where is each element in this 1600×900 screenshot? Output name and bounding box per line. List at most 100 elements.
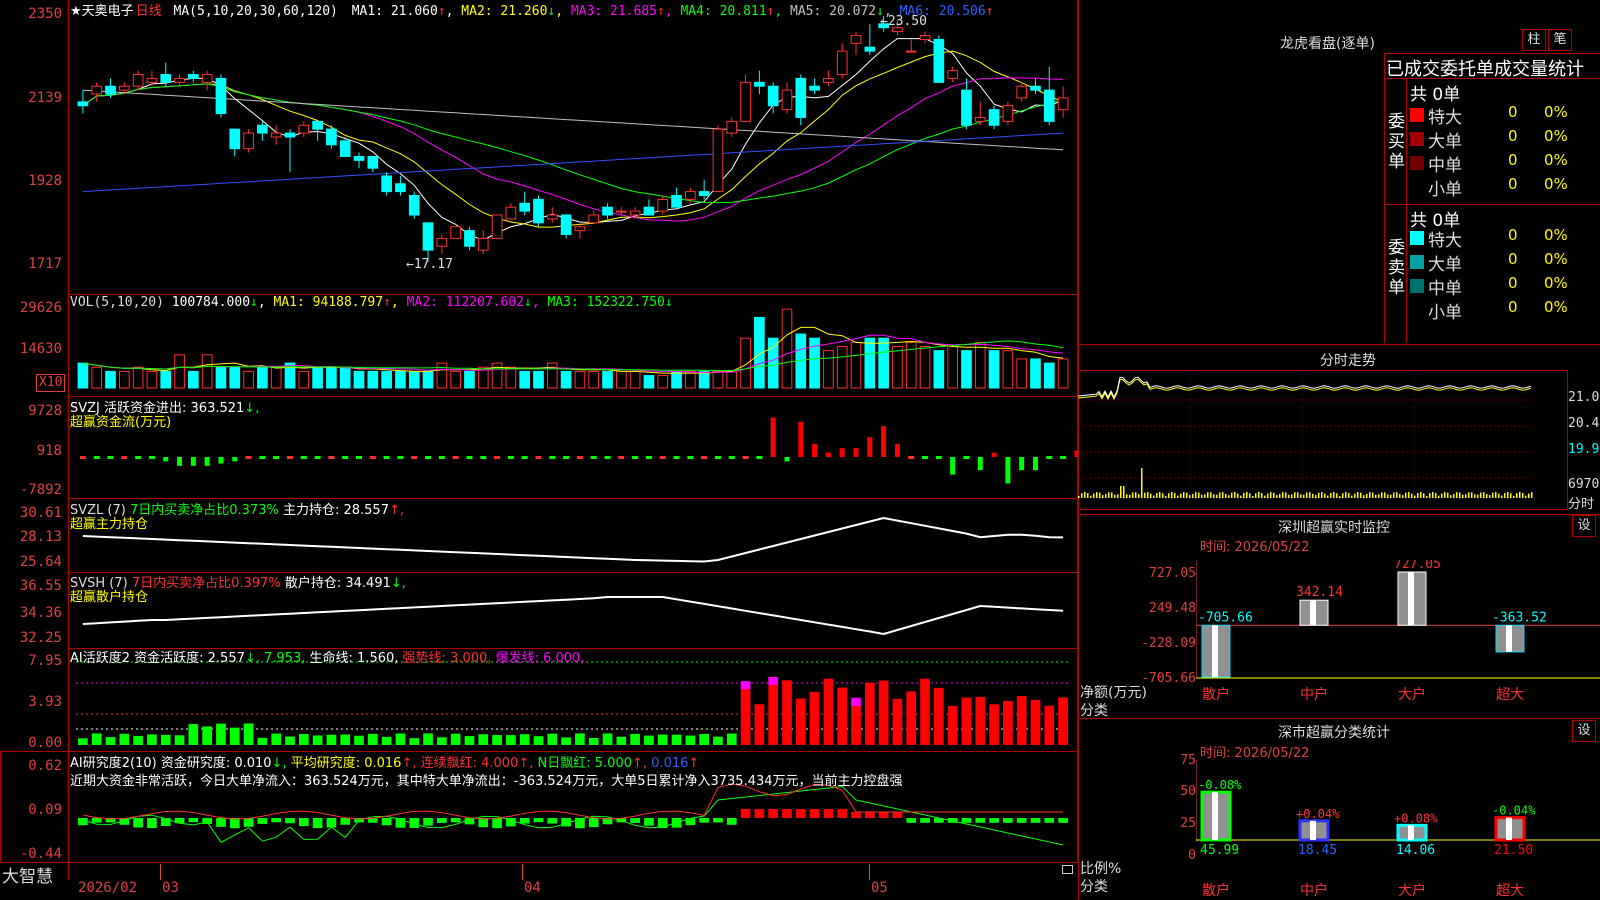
classify-chart: -0.08% 45.99 +0.04% 18.45 +0.08% 14.06 -0.04% 2… — [1196, 760, 1600, 858]
fenshi-volume-bar — [1321, 492, 1323, 498]
vol-value-arrow: ↓ — [250, 295, 258, 310]
svzj-dot — [714, 456, 721, 459]
fenshi-volume-bar — [1255, 493, 1257, 498]
sell-row: 大单 0 0% — [1408, 250, 1600, 275]
ai1-bar — [409, 738, 420, 745]
high-price-value: 23.50 — [887, 14, 927, 29]
monitor-category-label: 大户 — [1398, 687, 1426, 703]
volume-bar — [685, 370, 696, 389]
lock-icon[interactable] — [1062, 865, 1073, 874]
fenshi-chart — [1078, 370, 1533, 510]
svsh-hold: 散户持仓: 34.491 — [284, 576, 391, 591]
ai2-bar — [1044, 818, 1055, 823]
monitor-settings-button[interactable]: 设 — [1572, 515, 1596, 537]
ai2-bar — [216, 818, 226, 827]
ma1-sep: , — [445, 4, 454, 19]
ma6-arrow: ↑ — [985, 4, 994, 19]
ai2-bar — [147, 818, 157, 829]
ai1-bar — [823, 678, 834, 745]
monitor-bar-shine — [1506, 625, 1512, 652]
fenshi-volume-bar — [1138, 493, 1140, 498]
monitor-value-label: -363.52 — [1492, 610, 1547, 625]
volume-bar — [298, 370, 310, 389]
ai1-burst-cap — [768, 676, 779, 685]
svzj-dot — [411, 456, 418, 459]
tick-mode-button[interactable]: 笔 — [1548, 29, 1572, 51]
classify-category-label: 散户 — [1202, 883, 1230, 899]
bar-mode-button[interactable]: 柱 — [1522, 29, 1546, 51]
favorite-star-icon[interactable]: ★ — [70, 4, 82, 19]
volume-bar — [836, 346, 848, 389]
ai1-bar — [947, 705, 958, 745]
sell-row-qty: 0 — [1508, 226, 1518, 244]
volume-bar — [450, 370, 461, 389]
ai1-bar — [726, 733, 737, 745]
volume-bar — [201, 354, 213, 389]
fenshi-volume-bar — [1456, 492, 1458, 498]
fenshi-volume-bar — [1396, 492, 1398, 498]
monitor-value-label: 727.05 — [1394, 560, 1441, 572]
ai2-bar — [961, 818, 972, 823]
ai2-bar — [906, 818, 917, 823]
ai2-bar — [188, 818, 199, 823]
ai1-bar — [105, 737, 116, 745]
candle-body — [132, 74, 144, 87]
fenshi-volume-bar — [1135, 492, 1137, 498]
period-label[interactable]: 日线 — [136, 4, 162, 19]
volume-bar — [988, 350, 1000, 389]
candle-body — [823, 77, 834, 83]
sell-row-name: 小单 — [1428, 303, 1462, 323]
volume-bar — [933, 350, 945, 389]
ai2-bar — [423, 818, 433, 826]
ai2-bar — [726, 818, 737, 825]
classify-value-label: 14.06 — [1396, 843, 1435, 858]
buy-row-pct: 0% — [1544, 103, 1568, 121]
svzj-bar — [218, 457, 224, 464]
legend-swatch-icon — [1410, 156, 1424, 170]
fenshi-volume-bar — [1384, 492, 1386, 498]
volume-bar — [919, 346, 931, 389]
candle-body — [326, 128, 337, 146]
svzj-dot — [286, 456, 293, 459]
fenshi-volume-bar — [1165, 495, 1167, 498]
ai2-arrow: ↓, — [271, 756, 287, 771]
fenshi-price-line — [1078, 376, 1532, 399]
monitor-time: 时间: 2026/05/22 — [1200, 540, 1310, 555]
fenshi-volume-bar — [1324, 493, 1326, 498]
vol-ma3: MA3: 152322.750 — [547, 295, 665, 310]
classify-value-label: 21.50 — [1494, 843, 1533, 858]
fenshi-volume-bar — [1375, 494, 1377, 498]
svzj-bar — [190, 457, 196, 466]
fenshi-volume-bar — [1180, 493, 1182, 498]
fenshi-volume-bar — [1525, 495, 1527, 498]
candle-body — [505, 206, 517, 220]
volume-bar — [574, 370, 586, 389]
svsh-axis-label: 32.25 — [19, 630, 62, 646]
fenshi-volume-bar — [1186, 492, 1188, 498]
fenshi-volume-bar — [1393, 492, 1395, 498]
classify-settings-button[interactable]: 设 — [1572, 720, 1596, 742]
ai2-bar — [91, 818, 102, 823]
fenshi-volume-bar — [1453, 493, 1455, 498]
candle-body — [91, 85, 103, 95]
buy-row-qty: 0 — [1508, 103, 1518, 121]
ai2-bar — [340, 818, 351, 825]
sell-row-qty: 0 — [1508, 250, 1518, 268]
ai2-bar — [575, 818, 585, 829]
ai1-bar — [713, 736, 723, 745]
ai2-avg-arrow: ↑, — [401, 756, 417, 771]
ai2-bar — [1030, 818, 1041, 823]
fenshi-volume-bar — [1258, 492, 1260, 498]
fenshi-volume-bar — [1510, 493, 1512, 498]
fenshi-volume-bar — [1288, 494, 1290, 498]
fenshi-volume-bar — [1222, 492, 1224, 498]
ai1-axis-label: 7.95 — [28, 653, 62, 669]
ai1-bar — [243, 723, 254, 745]
fenshi-volume-bar — [1189, 495, 1191, 498]
svzj-bar — [163, 457, 169, 462]
fenshi-volume-bar — [1492, 492, 1494, 498]
candle-body — [864, 46, 876, 52]
fenshi-volume-bar — [1366, 493, 1368, 498]
fenshi-volume-bar — [1252, 495, 1254, 498]
classify-axis-label: 0 — [1188, 848, 1196, 863]
